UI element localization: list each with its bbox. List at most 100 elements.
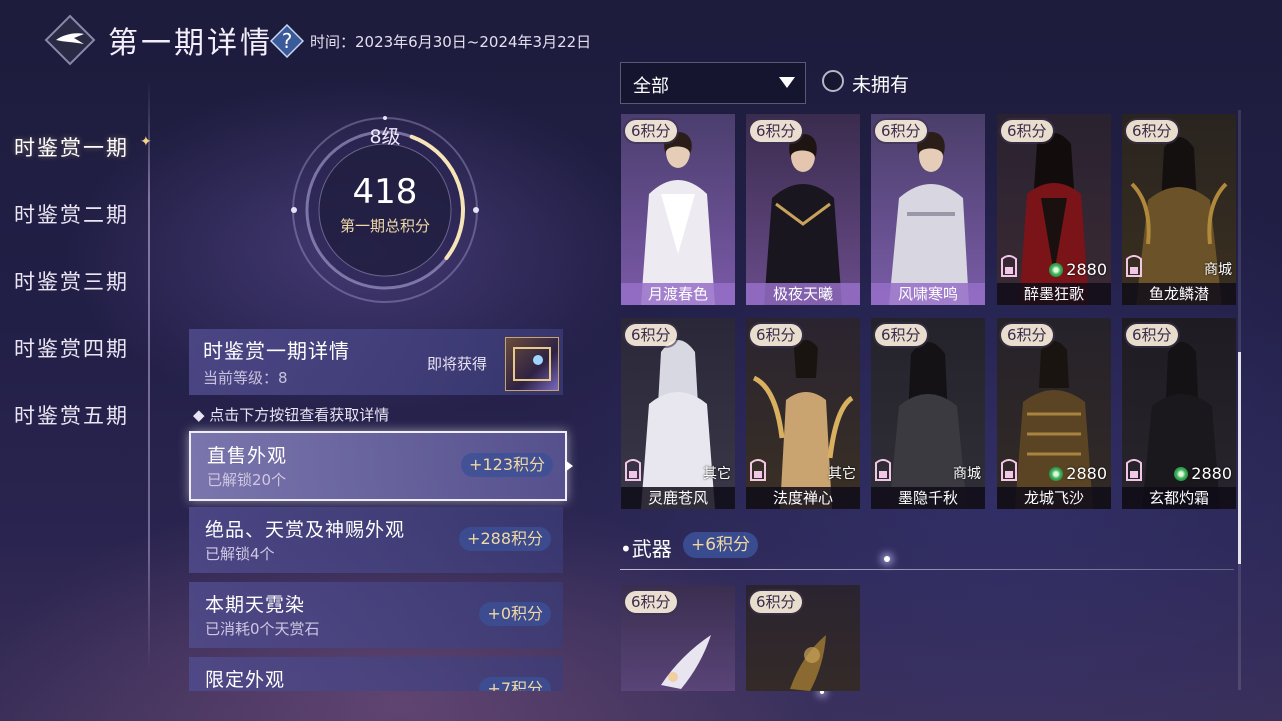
tab-period-3[interactable]: 时鉴赏三期 [14,266,129,296]
lock-icon [750,459,766,481]
help-glyph: ? [282,29,293,53]
outfit-card[interactable]: 6积分 月渡春色 [621,114,735,305]
outfit-name: 灵鹿苍风 [621,487,735,509]
outfit-card[interactable]: 6积分 其它 法度禅心 [746,318,860,509]
points-badge: 6积分 [625,120,677,142]
selected-arrow-icon [565,460,573,472]
outfit-card[interactable]: 6积分 2880 龙城飞沙 [997,318,1111,509]
outfit-card[interactable]: 6积分 商城 鱼龙鳞潜 [1122,114,1236,305]
category-title: 限定外观 [205,669,286,691]
filter-dropdown[interactable]: 全部 [620,62,806,104]
category-score: +288积分 [459,527,551,551]
points-badge: 6积分 [750,591,802,613]
tab-period-5[interactable]: 时鉴赏五期 [14,400,129,430]
points-badge: 6积分 [875,324,927,346]
source-label: 其它 [828,466,856,482]
score-ring: 8级 418 第一期总积分 [280,110,490,310]
outfit-card[interactable]: 6积分 风啸寒鸣 [871,114,985,305]
weapon-section-score: +6积分 [683,532,759,558]
points-badge: 6积分 [625,591,677,613]
outfit-name: 醉墨狂歌 [997,283,1111,305]
points-badge: 6积分 [1001,120,1053,142]
lock-icon [875,459,891,481]
outfit-figure-image [641,132,715,305]
scrollbar-thumb[interactable] [1238,352,1241,564]
help-icon: ? [269,23,305,59]
outfit-card[interactable]: 6积分 2880 玄都灼霜 [1122,318,1236,509]
price: 2880 [1174,464,1232,483]
points-badge: 6积分 [1001,324,1053,346]
upcoming-reward-label: 即将获得 [427,355,488,373]
ring-level: 8级 [369,126,401,148]
outfit-name: 龙城飞沙 [997,487,1111,509]
category-score: +0积分 [479,602,551,626]
category-score: +123积分 [461,453,553,477]
back-arrow-icon [44,14,96,66]
lock-icon [625,459,641,481]
current-level: 当前等级：8 [203,369,288,387]
detail-title: 时鉴赏一期详情 [203,339,350,363]
price-value: 2880 [1066,260,1107,279]
category-title: 直售外观 [207,445,288,467]
date-range: 时间：2023年6月30日~2024年3月22日 [310,33,592,51]
price-value: 2880 [1066,464,1107,483]
outfit-card[interactable]: 6积分 极夜天曦 [746,114,860,305]
lock-icon [1126,459,1142,481]
dropdown-caret-icon [779,77,795,88]
lock-icon [1126,255,1142,277]
price: 2880 [1049,260,1107,279]
category-direct-sale[interactable]: 直售外观 已解锁20个 +123积分 [189,431,567,501]
weapon-card[interactable]: 6积分 [621,585,735,691]
ring-score: 418 [352,172,418,212]
outfit-card[interactable]: 6积分 其它 灵鹿苍风 [621,318,735,509]
tab-period-4[interactable]: 时鉴赏四期 [14,333,129,363]
outfit-figure-image [889,132,969,305]
jade-coin-icon [1174,467,1189,481]
outfit-card[interactable]: 6积分 2880 醉墨狂歌 [997,114,1111,305]
category-subtitle: 已消耗0个天赏石 [205,620,320,638]
outfit-name: 玄都灼霜 [1122,487,1236,509]
points-badge: 6积分 [875,120,927,142]
outfit-figure-image [764,134,842,305]
points-badge: 6积分 [625,324,677,346]
tab-period-2[interactable]: 时鉴赏二期 [14,199,129,229]
category-subtitle: 已解锁20个 [207,471,287,489]
outfit-name: 极夜天曦 [746,283,860,305]
section-divider [620,569,1234,570]
outfit-name: 墨隐千秋 [871,487,985,509]
tab-period-1[interactable]: 时鉴赏一期 [14,132,129,162]
category-score: +7积分 [479,677,551,691]
outfit-name: 鱼龙鳞潜 [1122,283,1236,305]
outfit-name: 法度禅心 [746,487,860,509]
source-label: 其它 [703,466,731,482]
filter-selected-value: 全部 [633,76,669,97]
points-badge: 6积分 [750,120,802,142]
points-badge: 6积分 [1126,120,1178,142]
back-button[interactable] [44,14,96,66]
help-button[interactable]: ? [269,23,305,59]
category-title: 绝品、天赏及神赐外观 [205,519,406,541]
category-subtitle: 已解锁4个 [205,545,275,563]
outfit-card[interactable]: 6积分 商城 墨隐千秋 [871,318,985,509]
category-dye[interactable]: 本期天霓染 已消耗0个天赏石 +0积分 [189,582,563,648]
outfit-name: 月渡春色 [621,283,735,305]
page-title: 第一期详情 [108,26,273,61]
unowned-radio[interactable] [822,70,844,92]
unowned-label[interactable]: 未拥有 [852,70,909,97]
outfit-name: 风啸寒鸣 [871,283,985,305]
source-label: 商城 [953,466,981,482]
ring-label: 第一期总积分 [339,217,430,235]
lock-icon [1001,255,1017,277]
reward-frame-icon [513,347,551,381]
points-badge: 6积分 [1126,324,1178,346]
source-label: 商城 [1204,262,1232,278]
tab-divider [148,80,150,670]
period-detail-card[interactable]: 时鉴赏一期详情 当前等级：8 即将获得 [189,329,563,395]
hint-text: ◆ 点击下方按钮查看获取详情 [193,406,390,424]
weapon-card[interactable]: 6积分 [746,585,860,691]
category-limited[interactable]: 限定外观 +7积分 [189,657,563,691]
weapon-heading: 武器 [631,537,672,561]
category-premium[interactable]: 绝品、天赏及神赐外观 已解锁4个 +288积分 [189,507,563,573]
active-tab-icon: ✦ [140,134,152,150]
upcoming-reward-thumbnail[interactable] [505,337,559,391]
